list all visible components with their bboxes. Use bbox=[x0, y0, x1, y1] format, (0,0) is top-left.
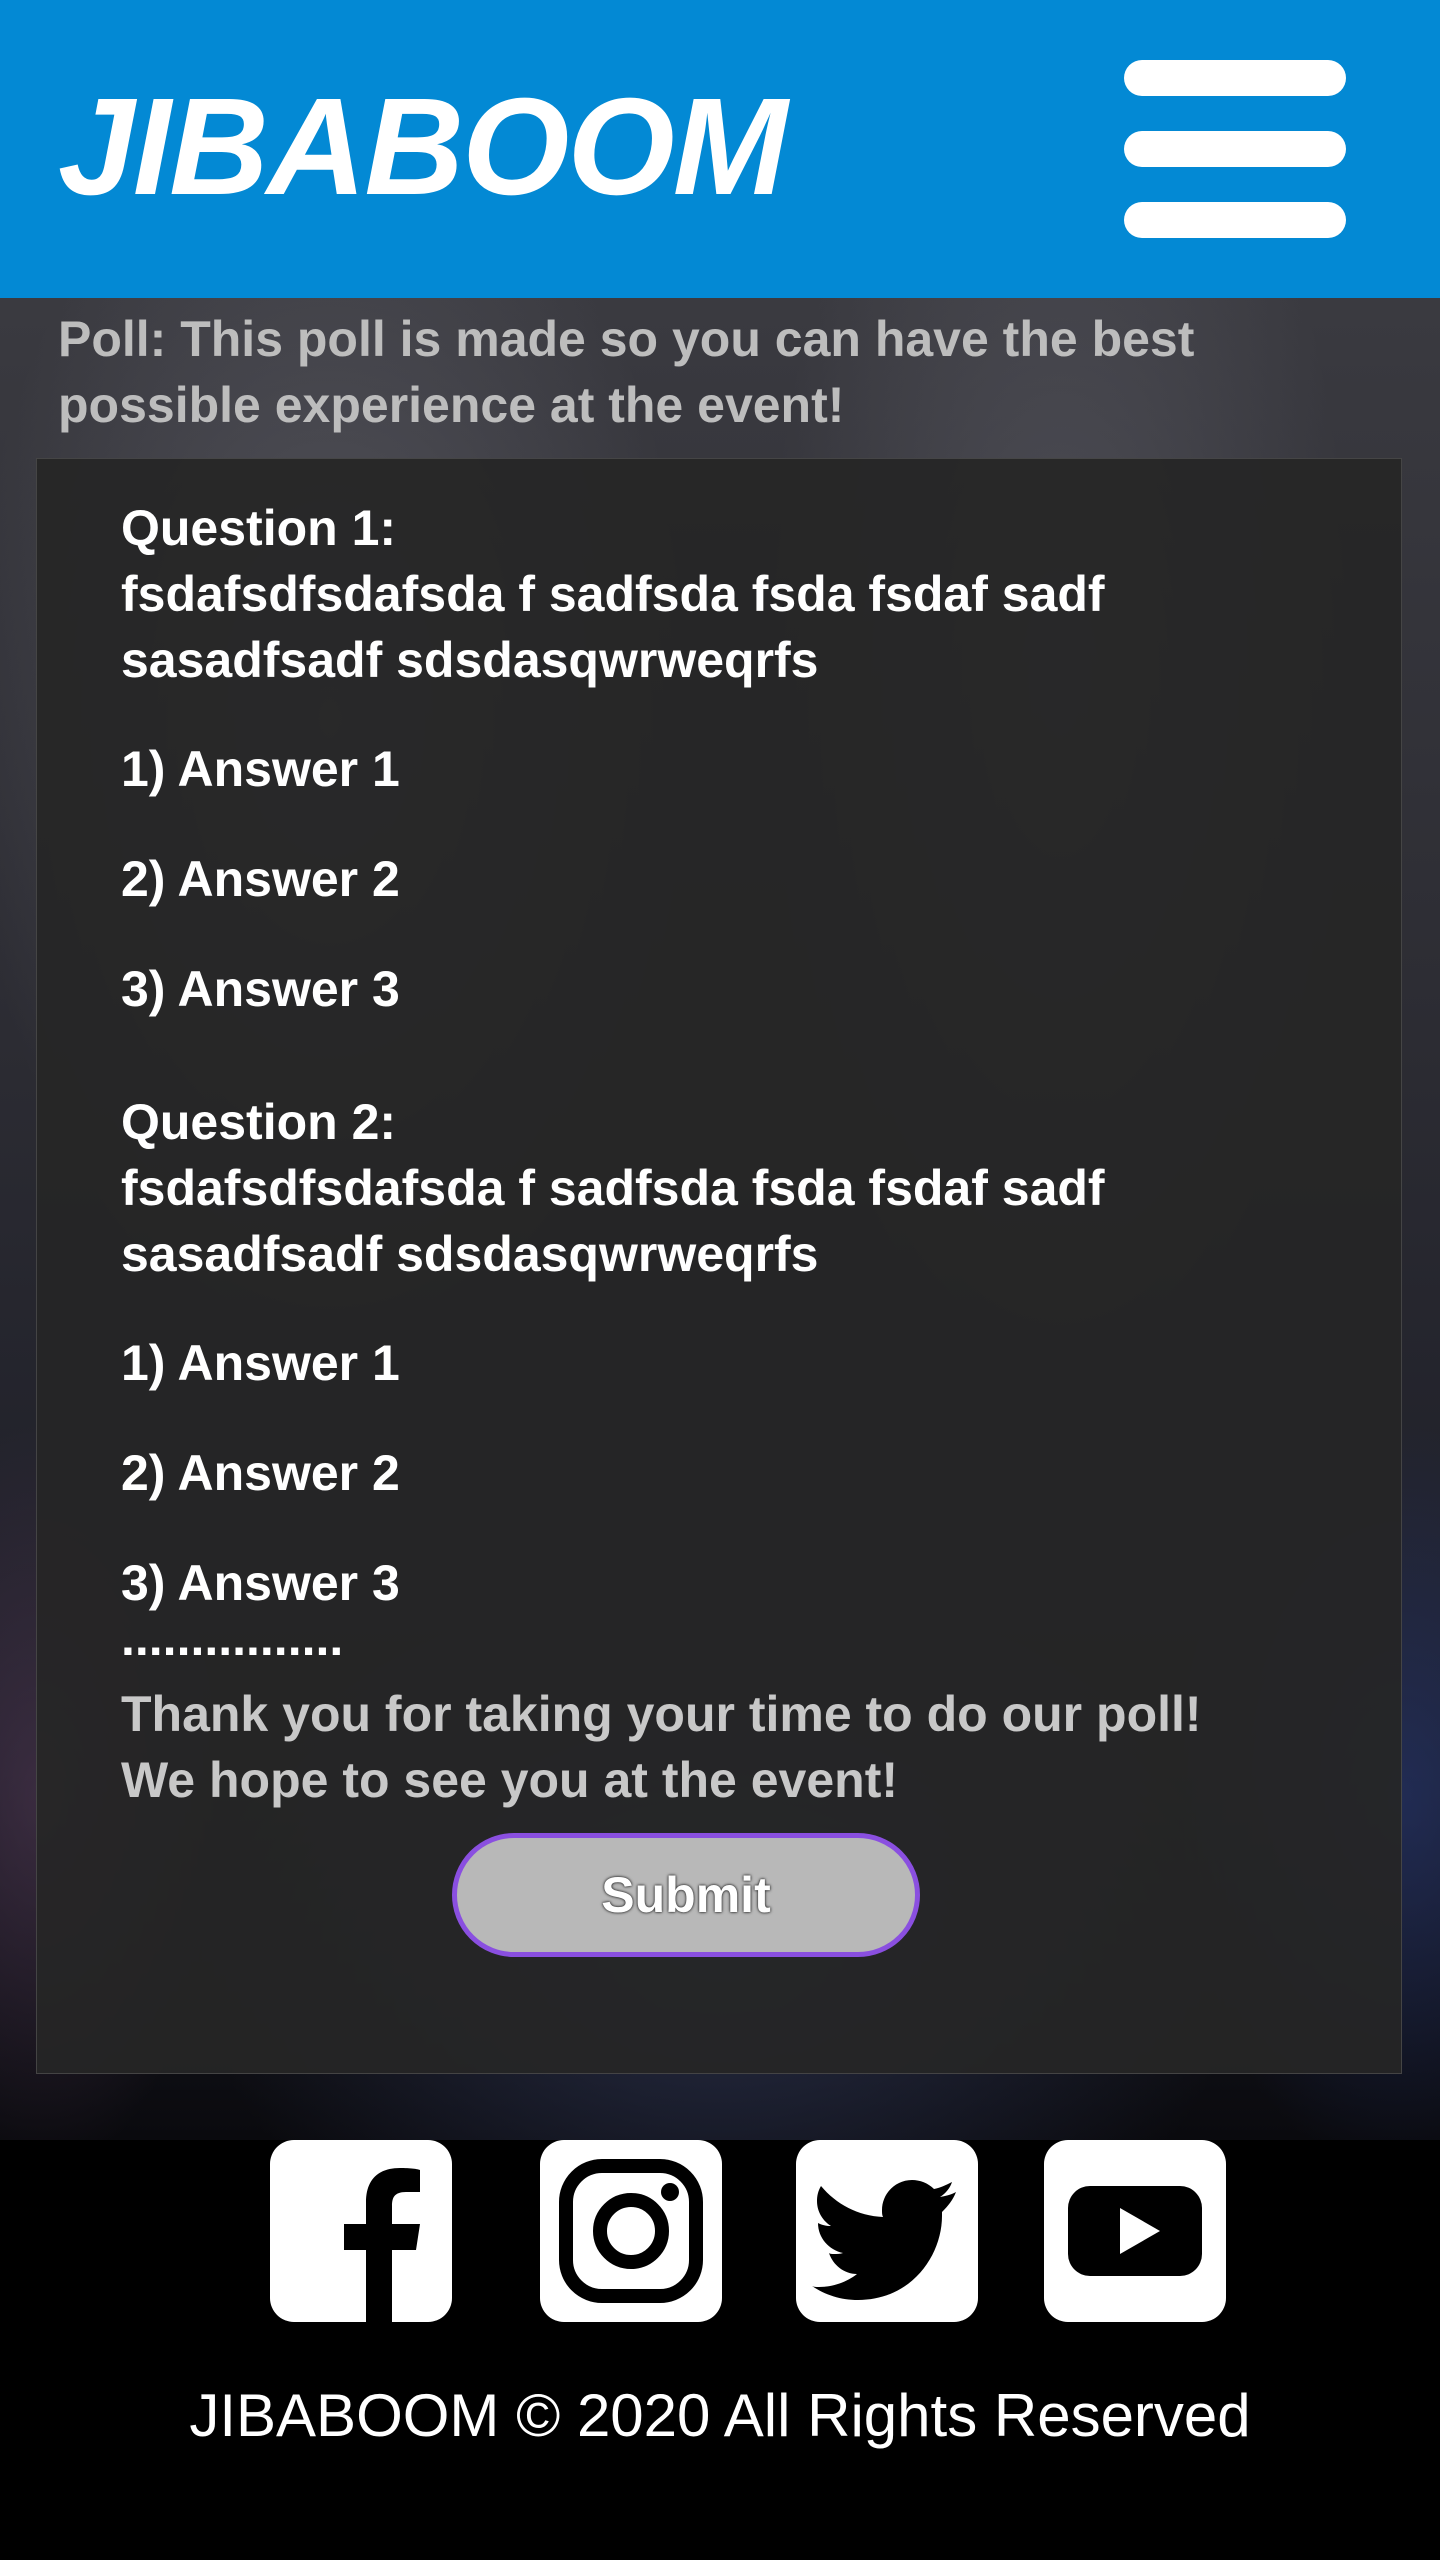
youtube-icon[interactable] bbox=[1044, 2140, 1226, 2322]
site-logo[interactable]: JIBABOOM bbox=[58, 72, 788, 222]
poll-card: Question 1: fsdafsdfsdafsda f sadfsda fs… bbox=[36, 458, 1402, 2074]
question-2-text: fsdafsdfsdafsda f sadfsda fsda fsdaf sad… bbox=[121, 1160, 1105, 1216]
question-1-answer-2[interactable]: 2) Answer 2 bbox=[121, 846, 400, 912]
menu-bar bbox=[1124, 202, 1346, 238]
instagram-icon[interactable] bbox=[540, 2140, 722, 2322]
top-header: JIBABOOM bbox=[0, 0, 1440, 298]
question-1-label: Question 1: bbox=[121, 500, 397, 556]
poll-intro: Poll: This poll is made so you can have … bbox=[58, 311, 1195, 433]
question-2-text: sasadfsadf sdsdasqwrweqrfs bbox=[121, 1226, 819, 1282]
twitter-icon[interactable] bbox=[796, 2140, 978, 2322]
copyright-text: JIBABOOM © 2020 All Rights Reserved bbox=[189, 2382, 1251, 2449]
poll-ellipsis: ................ bbox=[121, 1610, 344, 1666]
hamburger-menu-icon[interactable] bbox=[1124, 60, 1346, 238]
menu-bar bbox=[1124, 131, 1346, 167]
thanks-message: Thank you for taking your time to do our… bbox=[121, 1686, 1202, 1742]
question-1-answer-3[interactable]: 3) Answer 3 bbox=[121, 956, 400, 1022]
question-2-label: Question 2: bbox=[121, 1094, 397, 1150]
question-1-text: fsdafsdfsdafsda f sadfsda fsda fsdaf sad… bbox=[121, 566, 1105, 622]
thanks-message: We hope to see you at the event! bbox=[121, 1752, 899, 1808]
question-1-text: sasadfsadf sdsdasqwrweqrfs bbox=[121, 632, 819, 688]
question-2-answer-1[interactable]: 1) Answer 1 bbox=[121, 1330, 400, 1396]
menu-bar bbox=[1124, 60, 1346, 96]
question-2-answer-2[interactable]: 2) Answer 2 bbox=[121, 1440, 400, 1506]
question-1-answer-1[interactable]: 1) Answer 1 bbox=[121, 736, 400, 802]
submit-button[interactable]: Submit bbox=[452, 1833, 920, 1957]
facebook-icon[interactable] bbox=[270, 2140, 452, 2322]
